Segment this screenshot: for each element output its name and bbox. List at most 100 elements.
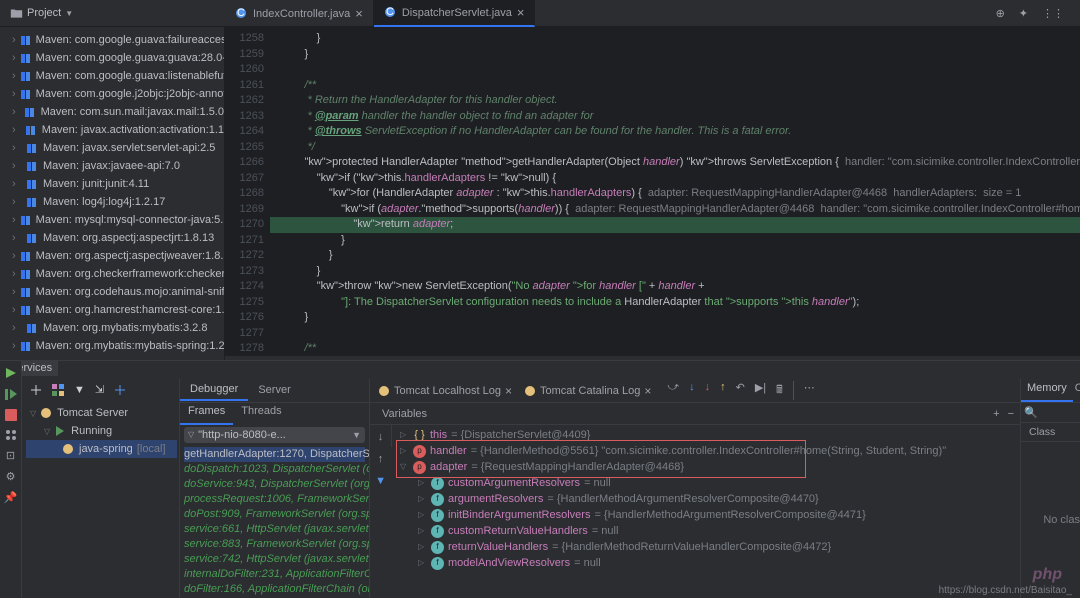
- code-line[interactable]: "]: The DispatcherServlet configuration …: [280, 295, 1080, 311]
- step-over-icon[interactable]: ⤻: [667, 381, 679, 400]
- code-line[interactable]: * @throws ServletException if no Handler…: [280, 124, 1080, 140]
- stack-frame[interactable]: getHandlerAdapter:1270, DispatcherSer: [184, 447, 365, 462]
- code-line[interactable]: "kw">if (adapter."method">supports(handl…: [280, 202, 1080, 218]
- code-line[interactable]: "kw">for (HandlerAdapter adapter : "kw">…: [280, 186, 1080, 202]
- eval-icon[interactable]: 🖩: [776, 381, 783, 400]
- tree-item[interactable]: ›Maven: com.google.guava:guava:28.0-jre: [12, 49, 224, 67]
- code-line[interactable]: "kw">protected HandlerAdapter "method">g…: [280, 155, 1080, 171]
- code-line[interactable]: }: [280, 248, 1080, 264]
- log-tab[interactable]: Tomcat Catalina Log×: [524, 384, 651, 398]
- code-line[interactable]: "kw">if ("kw">this.handlerAdapters != "k…: [280, 171, 1080, 187]
- variable-row[interactable]: ▷freturnValueHandlers = {HandlerMethodRe…: [400, 539, 1012, 555]
- code-line[interactable]: * Return the HandlerAdapter for this han…: [280, 93, 1080, 109]
- target-icon[interactable]: ⊕: [996, 7, 1005, 20]
- code-line[interactable]: */: [280, 140, 1080, 156]
- more-icon[interactable]: ⋯: [804, 381, 815, 400]
- arrow-up-icon[interactable]: ↑: [378, 453, 384, 465]
- stack-frame[interactable]: doFilter:166, ApplicationFilterChain (or…: [184, 582, 365, 597]
- stack-frame[interactable]: doService:943, DispatcherServlet (org.s: [184, 477, 365, 492]
- pause-icon[interactable]: [5, 429, 17, 441]
- code-line[interactable]: }: [280, 310, 1080, 326]
- tomcat-server-node[interactable]: ▽ Tomcat Server: [26, 404, 177, 422]
- tab-debugger[interactable]: Debugger: [180, 379, 248, 401]
- variable-row[interactable]: ▷fcustomReturnValueHandlers = null: [400, 523, 1012, 539]
- tree-item[interactable]: ›Maven: junit:junit:4.11: [12, 175, 224, 193]
- tab-frames[interactable]: Frames: [180, 403, 233, 425]
- gutter[interactable]: 1258125912601261126212631264126512661267…: [225, 27, 270, 377]
- grid-icon[interactable]: [52, 384, 64, 396]
- stack-frame[interactable]: service:883, FrameworkServlet (org.spri: [184, 537, 365, 552]
- resume-icon[interactable]: [4, 388, 17, 401]
- arrow-down-icon[interactable]: ↓: [378, 431, 384, 443]
- code-line[interactable]: * @param handler the handler object to f…: [280, 109, 1080, 125]
- close-icon[interactable]: ×: [644, 384, 651, 398]
- tree-item[interactable]: ›Maven: javax.activation:activation:1.1: [12, 121, 224, 139]
- add2-icon[interactable]: [114, 384, 126, 396]
- close-icon[interactable]: ×: [505, 384, 512, 398]
- stack-frame[interactable]: service:661, HttpServlet (javax.servlet.…: [184, 522, 365, 537]
- stop-icon[interactable]: [5, 409, 17, 421]
- pin-icon[interactable]: 📌: [4, 491, 18, 504]
- collapse-icon[interactable]: ⇲: [95, 383, 104, 396]
- tab-threads[interactable]: Threads: [233, 403, 289, 425]
- tree-item[interactable]: ›Maven: com.google.guava:failureaccess:1…: [12, 31, 224, 49]
- running-node[interactable]: ▽ Running: [26, 422, 177, 440]
- force-step-icon[interactable]: ↓: [705, 381, 711, 400]
- drop-frame-icon[interactable]: ↶: [736, 381, 745, 400]
- stack-frame[interactable]: doPost:909, FrameworkServlet (org.spr: [184, 507, 365, 522]
- add-icon[interactable]: [30, 384, 42, 396]
- editor-tab[interactable]: CDispatcherServlet.java×: [374, 0, 536, 27]
- log-tab[interactable]: Tomcat Localhost Log×: [378, 384, 512, 398]
- run-to-cursor-icon[interactable]: ▶|: [755, 381, 766, 400]
- tree-item[interactable]: ›Maven: javax.servlet:servlet-api:2.5: [12, 139, 224, 157]
- tree-item[interactable]: ›Maven: com.sun.mail:javax.mail:1.5.0: [12, 103, 224, 121]
- tree-item[interactable]: ›Maven: org.mybatis:mybatis-spring:1.2.2: [12, 337, 224, 355]
- close-icon[interactable]: ×: [355, 6, 363, 21]
- tree-item[interactable]: ›Maven: org.aspectj:aspectjweaver:1.8.13: [12, 247, 224, 265]
- camera-icon[interactable]: ⊡: [6, 449, 15, 462]
- tree-item[interactable]: ›Maven: mysql:mysql-connector-java:5.1.4…: [12, 211, 224, 229]
- filter-icon[interactable]: ▼: [74, 384, 85, 396]
- code-line[interactable]: }: [280, 47, 1080, 63]
- code-line[interactable]: "kw">throw "kw">new ServletException("No…: [280, 279, 1080, 295]
- tree-item[interactable]: ›Maven: org.codehaus.mojo:animal-sniffer…: [12, 283, 224, 301]
- code-editor[interactable]: 1258125912601261126212631264126512661267…: [225, 27, 1080, 377]
- minus-icon[interactable]: −: [1008, 408, 1014, 420]
- editor-tab[interactable]: CIndexController.java×: [225, 0, 374, 27]
- thread-dropdown[interactable]: ▽ "http-nio-8080-e... ▼: [184, 427, 365, 443]
- tree-item[interactable]: ›Maven: org.mybatis:mybatis:3.2.8: [12, 319, 224, 337]
- plus-icon[interactable]: +: [993, 408, 999, 420]
- close-icon[interactable]: ×: [517, 5, 525, 20]
- app-node[interactable]: java-spring [local]: [26, 440, 177, 458]
- tab-memory[interactable]: Memory: [1021, 379, 1073, 402]
- search-icon[interactable]: 🔍: [1024, 407, 1038, 419]
- tree-item[interactable]: ›Maven: org.checkerframework:checker-qua…: [12, 265, 224, 283]
- step-into-icon[interactable]: ↓: [689, 381, 695, 400]
- rerun-icon[interactable]: [4, 367, 17, 380]
- project-tool-button[interactable]: Project ▼: [0, 7, 83, 20]
- stack-frame[interactable]: doDispatch:1023, DispatcherServlet (org: [184, 462, 365, 477]
- code-line[interactable]: "kw">return adapter;: [280, 217, 1080, 233]
- code-line[interactable]: [280, 62, 1080, 78]
- stack-frame[interactable]: internalDoFilter:231, ApplicationFilterC…: [184, 567, 365, 582]
- tree-item[interactable]: ›Maven: com.google.guava:listenablefutur…: [12, 67, 224, 85]
- filter-icon[interactable]: ▼: [375, 475, 386, 487]
- tab-server[interactable]: Server: [248, 380, 300, 400]
- code-line[interactable]: }: [280, 31, 1080, 47]
- variable-row[interactable]: ▷finitBinderArgumentResolvers = {Handler…: [400, 507, 1012, 523]
- variable-row[interactable]: ▷fargumentResolvers = {HandlerMethodArgu…: [400, 491, 1012, 507]
- tree-item[interactable]: ›Maven: com.google.j2objc:j2objc-annotat…: [12, 85, 224, 103]
- stack-frame[interactable]: processRequest:1006, FrameworkServl: [184, 492, 365, 507]
- stack-frame[interactable]: service:742, HttpServlet (javax.servlet.…: [184, 552, 365, 567]
- code-line[interactable]: }: [280, 233, 1080, 249]
- settings-icon[interactable]: ⚙: [6, 470, 16, 483]
- step-out-icon[interactable]: ↑: [720, 381, 726, 400]
- code-line[interactable]: /**: [280, 78, 1080, 94]
- variable-row[interactable]: ▷fmodelAndViewResolvers = null: [400, 555, 1012, 571]
- code-line[interactable]: [280, 326, 1080, 342]
- lamp-icon[interactable]: ✦: [1019, 7, 1028, 20]
- tree-item[interactable]: ›Maven: org.aspectj:aspectjrt:1.8.13: [12, 229, 224, 247]
- tree-item[interactable]: ›Maven: log4j:log4j:1.2.17: [12, 193, 224, 211]
- tab-overhead[interactable]: Ove: [1073, 379, 1080, 402]
- code-line[interactable]: }: [280, 264, 1080, 280]
